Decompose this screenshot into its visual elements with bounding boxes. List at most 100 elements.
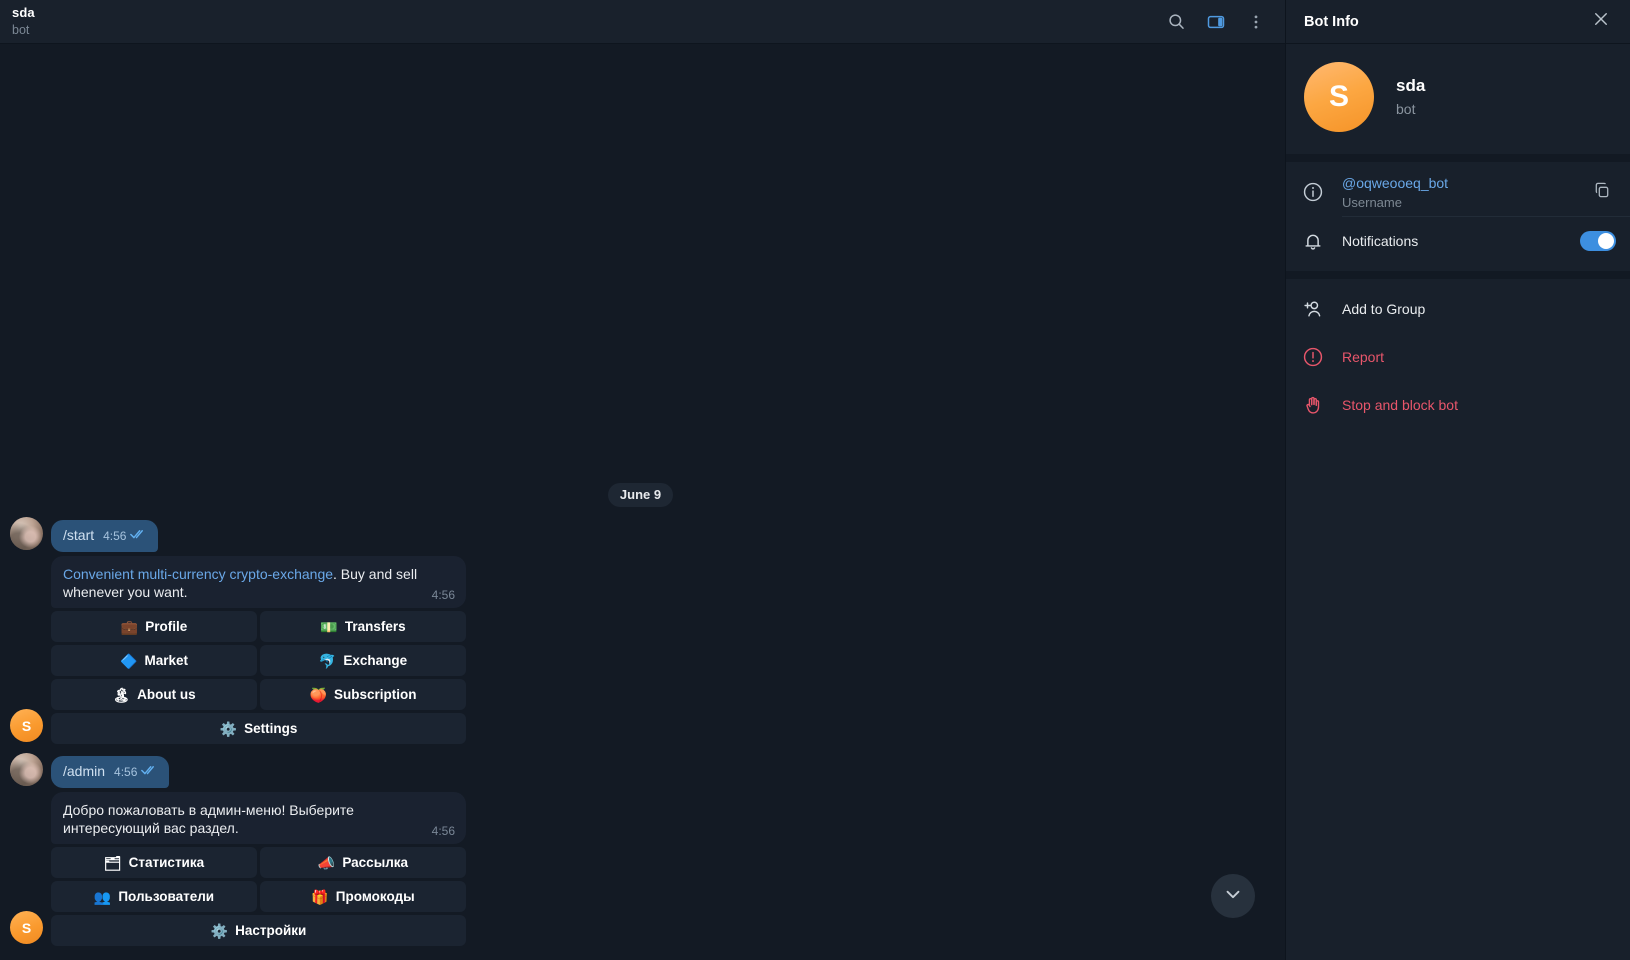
inline-keyboard-row: ⚙️ Настройки: [51, 915, 466, 946]
inline-keyboard-row: 🔷 Market 🐬 Exchange: [51, 645, 466, 676]
keyboard-button-users[interactable]: 👥 Пользователи: [51, 881, 257, 912]
panel-actions-section: Add to Group Report Stop and block bot: [1286, 279, 1630, 435]
inline-keyboard-row: 💼 Profile 💵 Transfers: [51, 611, 466, 642]
chat-header-titles[interactable]: sda bot: [10, 5, 35, 38]
keyboard-button-label: Exchange: [343, 653, 408, 668]
read-receipt-icon: [130, 527, 147, 545]
keyboard-button-label: Пользователи: [118, 889, 215, 904]
message-text-rest: Добро пожаловать в админ-меню! Выберите …: [63, 802, 354, 836]
keyboard-button-label: Статистика: [128, 855, 205, 870]
search-button[interactable]: [1161, 7, 1191, 37]
message-link[interactable]: Convenient multi-currency crypto-exchang…: [63, 566, 333, 582]
message-time: 4:56: [431, 824, 455, 838]
bot-subtitle: bot: [1396, 101, 1416, 117]
panel-header: Bot Info: [1286, 0, 1630, 44]
keyboard-button-profile[interactable]: 💼 Profile: [51, 611, 257, 642]
keyboard-button-promocodes[interactable]: 🎁 Промокоды: [260, 881, 466, 912]
info-icon: [1302, 181, 1342, 203]
keyboard-button-label: Рассылка: [342, 855, 409, 870]
more-options-icon: [1247, 13, 1265, 31]
keyboard-button-broadcast[interactable]: 📣 Рассылка: [260, 847, 466, 878]
keyboard-button-market[interactable]: 🔷 Market: [51, 645, 257, 676]
keyboard-button-exchange[interactable]: 🐬 Exchange: [260, 645, 466, 676]
message-time: 4:56: [103, 529, 127, 543]
username-value[interactable]: @oqweooeq_bot: [1342, 174, 1588, 192]
more-options-button[interactable]: [1241, 7, 1271, 37]
keyboard-button-label: Settings: [244, 721, 298, 736]
bell-icon: [1302, 230, 1342, 252]
keyboard-button-settings[interactable]: ⚙️ Settings: [51, 713, 466, 744]
gear-icon: ⚙️: [219, 720, 238, 737]
bot-profile-texts: sda bot: [1396, 76, 1425, 118]
inline-keyboard-row: 🏝 About us 🍑 Subscription: [51, 679, 466, 710]
notifications-toggle[interactable]: [1580, 231, 1616, 251]
keyboard-button-subscription[interactable]: 🍑 Subscription: [260, 679, 466, 710]
avatar[interactable]: [10, 517, 43, 550]
card-index-dividers-icon: 🗂: [103, 854, 122, 871]
bot-message-block: Добро пожаловать в админ-меню! Выберите …: [51, 792, 466, 946]
avatar[interactable]: [10, 753, 43, 786]
panel-details-section: @oqweooeq_bot Username Notifications: [1286, 162, 1630, 279]
megaphone-icon: 📣: [317, 854, 336, 871]
chat-header-actions: [1161, 7, 1271, 37]
stop-hand-icon: [1302, 394, 1342, 416]
banknote-icon: 💵: [320, 618, 338, 635]
notifications-row[interactable]: Notifications: [1286, 217, 1630, 265]
toggle-info-panel-button[interactable]: [1201, 7, 1231, 37]
stop-and-block-bot-label: Stop and block bot: [1342, 397, 1458, 413]
notifications-label: Notifications: [1342, 233, 1419, 249]
keyboard-button-label: Profile: [145, 619, 188, 634]
scroll-to-bottom-button[interactable]: [1211, 874, 1255, 918]
add-to-group-row[interactable]: Add to Group: [1286, 285, 1630, 333]
add-to-group-label: Add to Group: [1342, 301, 1426, 317]
bot-profile: S sda bot: [1286, 44, 1630, 162]
avatar[interactable]: S: [1304, 62, 1374, 132]
avatar[interactable]: S: [10, 911, 43, 944]
message-text: /admin: [63, 763, 106, 779]
keyboard-button-label: Market: [144, 653, 188, 668]
message-text: Добро пожаловать в админ-меню! Выберите …: [63, 801, 454, 837]
inline-keyboard: 💼 Profile 💵 Transfers 🔷 Market 🐬 Exchang…: [51, 611, 466, 744]
message-time: 4:56: [431, 588, 455, 602]
chat-title: sda: [12, 5, 35, 20]
gear-icon: ⚙️: [210, 922, 229, 939]
chat-column: sda bot June 9 /start 4:56 S Convenient …: [0, 0, 1285, 960]
keyboard-button-about-us[interactable]: 🏝 About us: [51, 679, 257, 710]
report-row[interactable]: Report: [1286, 333, 1630, 381]
bot-info-panel: Bot Info S sda bot @oqweooeq_bot Usernam…: [1285, 0, 1630, 960]
chat-header: sda bot: [0, 0, 1285, 44]
incoming-message-bubble[interactable]: Добро пожаловать в админ-меню! Выберите …: [51, 792, 466, 844]
keyboard-button-transfers[interactable]: 💵 Transfers: [260, 611, 466, 642]
outgoing-message-bubble[interactable]: /admin 4:56: [51, 756, 170, 788]
add-user-icon: [1302, 298, 1342, 320]
diamond-icon: 🔷: [120, 652, 138, 669]
keyboard-button-settings-ru[interactable]: ⚙️ Настройки: [51, 915, 466, 946]
outgoing-message-bubble[interactable]: /start 4:56: [51, 520, 159, 552]
search-icon: [1167, 12, 1186, 31]
date-separator: June 9: [607, 483, 674, 507]
chat-subtitle: bot: [12, 23, 30, 37]
stop-and-block-bot-row[interactable]: Stop and block bot: [1286, 381, 1630, 429]
keyboard-button-label: Настройки: [235, 923, 307, 938]
close-panel-button[interactable]: [1586, 7, 1616, 37]
add-to-group-label-wrap: Add to Group: [1342, 300, 1616, 318]
keyboard-button-label: Промокоды: [335, 889, 415, 904]
username-caption: Username: [1342, 194, 1402, 210]
inline-keyboard: 🗂 Статистика 📣 Рассылка 👥 Пользователи 🎁…: [51, 847, 466, 946]
chat-body: June 9 /start 4:56 S Convenient multi-cu…: [0, 44, 1285, 960]
keyboard-button-statistics[interactable]: 🗂 Статистика: [51, 847, 257, 878]
keyboard-button-label: About us: [137, 687, 196, 702]
message-text: /start: [63, 527, 95, 543]
username-row[interactable]: @oqweooeq_bot Username: [1286, 168, 1630, 216]
copy-username-button[interactable]: [1588, 178, 1616, 206]
stop-and-block-bot-label-wrap: Stop and block bot: [1342, 396, 1616, 414]
message-time: 4:56: [114, 765, 138, 779]
keyboard-button-label: Subscription: [333, 687, 417, 702]
incoming-message-bubble[interactable]: Convenient multi-currency crypto-exchang…: [51, 556, 466, 608]
inline-keyboard-row: 🗂 Статистика 📣 Рассылка: [51, 847, 466, 878]
island-icon: 🏝: [112, 686, 131, 703]
avatar[interactable]: S: [10, 709, 43, 742]
message-meta: 4:56: [103, 527, 147, 545]
message-row: S Добро пожаловать в админ-меню! Выберит…: [10, 792, 1271, 946]
message-row: S Convenient multi-currency crypto-excha…: [10, 556, 1271, 744]
